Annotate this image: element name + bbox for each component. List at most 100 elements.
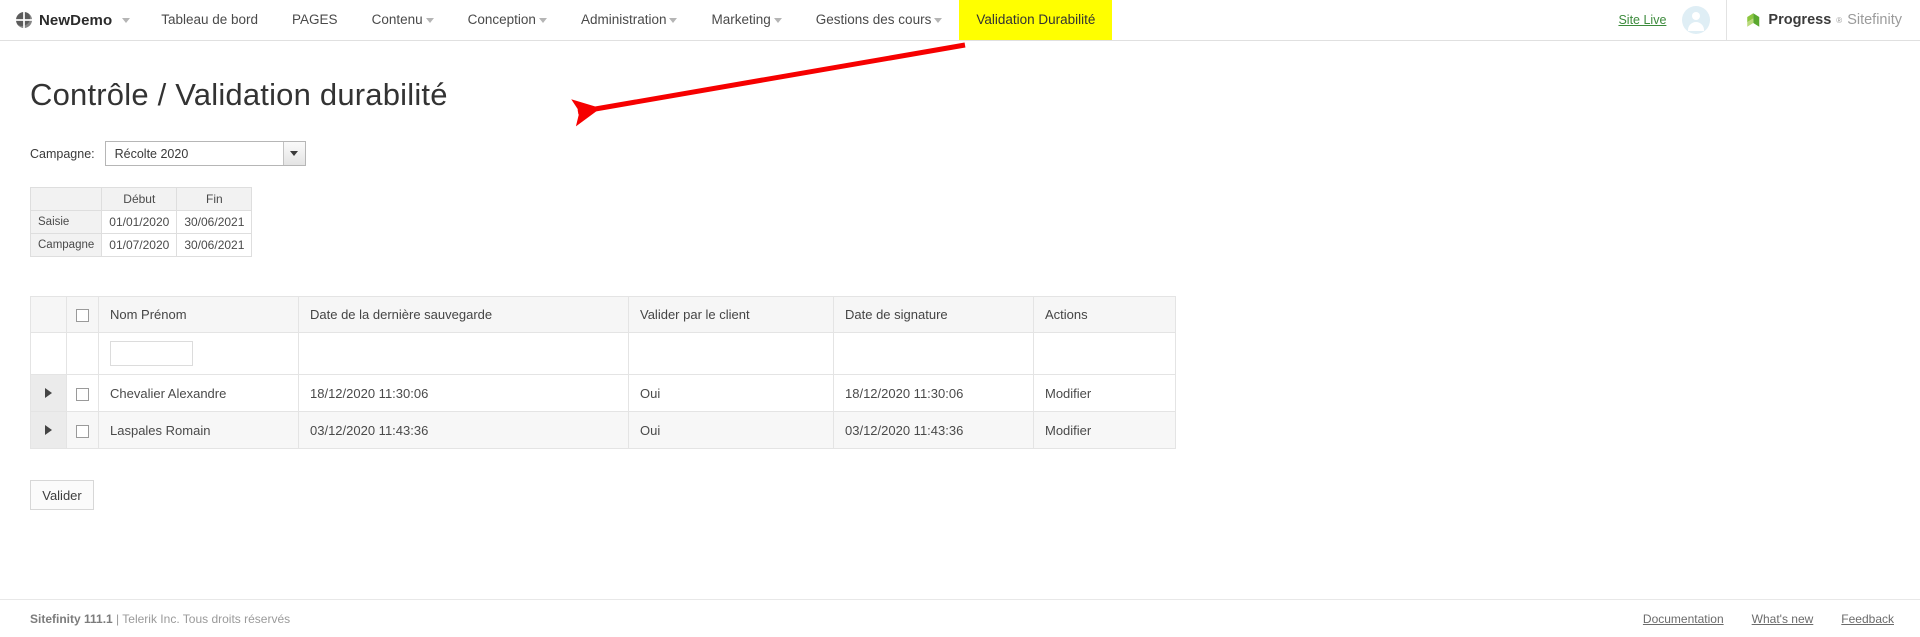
row-checkbox[interactable] [76, 425, 89, 438]
valider-button[interactable]: Valider [30, 480, 94, 510]
row-expand-cell[interactable] [31, 375, 67, 412]
table-row[interactable]: Laspales Romain03/12/2020 11:43:36Oui03/… [31, 412, 1176, 449]
cell-valider-par-client: Oui [629, 375, 834, 412]
cell-valider-par-client: Oui [629, 412, 834, 449]
grid-header-select-all[interactable] [67, 297, 99, 333]
grid-header-derniere-sauvegarde[interactable]: Date de la dernière sauvegarde [299, 297, 629, 333]
nav-item-label: Administration [581, 13, 667, 27]
cell-date-signature: 03/12/2020 11:43:36 [834, 412, 1034, 449]
site-brand-menu[interactable]: NewDemo [0, 0, 144, 40]
dates-row-debut: 01/07/2020 [102, 234, 177, 257]
site-brand-label: NewDemo [39, 12, 112, 29]
row-select-cell[interactable] [67, 412, 99, 449]
grid-header-expand [31, 297, 67, 333]
dates-table-header-fin: Fin [177, 188, 252, 211]
chevron-down-icon [669, 18, 677, 23]
filter-cell-expand [31, 333, 67, 375]
chevron-down-icon [934, 18, 942, 23]
grid-header-actions: Actions [1034, 297, 1176, 333]
nav-item-7[interactable]: Validation Durabilité [959, 0, 1112, 40]
nav-item-3[interactable]: Conception [451, 0, 564, 40]
footer: Sitefinity 111.1 | Telerik Inc. Tous dro… [0, 599, 1920, 637]
footer-links: Documentation What's new Feedback [1643, 612, 1920, 626]
top-navigation-bar: NewDemo Tableau de bord PAGESContenu Conce… [0, 0, 1920, 41]
nav-item-label: Marketing [711, 13, 770, 27]
footer-link-1[interactable]: What's new [1752, 612, 1814, 626]
progress-trademark: ® [1836, 16, 1842, 25]
grid-header-valider-par-client[interactable]: Valider par le client [629, 297, 834, 333]
dates-table-row: Saisie01/01/202030/06/2021 [31, 211, 252, 234]
progress-wordmark: Progress [1768, 12, 1831, 28]
dates-table-row: Campagne01/07/202030/06/2021 [31, 234, 252, 257]
chevron-down-icon [290, 151, 298, 156]
chevron-down-icon [539, 18, 547, 23]
grid-header-date-signature[interactable]: Date de signature [834, 297, 1034, 333]
filter-cell-checkbox [67, 333, 99, 375]
campaign-dates-table: Début Fin Saisie01/01/202030/06/2021Camp… [30, 187, 252, 257]
expand-triangle-icon[interactable] [45, 388, 52, 398]
cell-derniere-sauvegarde: 18/12/2020 11:30:06 [299, 375, 629, 412]
row-select-cell[interactable] [67, 375, 99, 412]
chevron-down-icon [774, 18, 782, 23]
cell-date-signature: 18/12/2020 11:30:06 [834, 375, 1034, 412]
dates-row-label: Saisie [31, 211, 102, 234]
page-title: Contrôle / Validation durabilité [30, 77, 1920, 113]
cell-action-modifier[interactable]: Modifier [1034, 412, 1176, 449]
select-all-checkbox[interactable] [76, 309, 89, 322]
campaign-filter-row: Campagne: Récolte 2020 [30, 141, 1920, 166]
footer-separator: | [113, 612, 123, 626]
validation-grid: Nom Prénom Date de la dernière sauvegard… [30, 296, 1176, 449]
progress-arrow-icon [1745, 11, 1763, 29]
expand-triangle-icon[interactable] [45, 425, 52, 435]
dates-table-header-blank [31, 188, 102, 211]
footer-copyright: Sitefinity 111.1 | Telerik Inc. Tous dro… [0, 612, 290, 626]
cell-nom-prenom: Chevalier Alexandre [99, 375, 299, 412]
nav-item-label: Gestions des cours [816, 13, 932, 27]
footer-link-0[interactable]: Documentation [1643, 612, 1724, 626]
filter-cell-actions [1034, 333, 1176, 375]
grid-filter-row [31, 333, 1176, 375]
grid-header-row: Nom Prénom Date de la dernière sauvegard… [31, 297, 1176, 333]
progress-sitefinity-logo: Progress ® Sitefinity [1726, 0, 1920, 40]
dates-row-debut: 01/01/2020 [102, 211, 177, 234]
user-avatar-icon[interactable] [1682, 6, 1710, 34]
row-expand-cell[interactable] [31, 412, 67, 449]
row-checkbox[interactable] [76, 388, 89, 401]
nav-item-2[interactable]: Contenu [355, 0, 451, 40]
campaign-selected-value: Récolte 2020 [106, 142, 283, 165]
nav-item-4[interactable]: Administration [564, 0, 695, 40]
site-live-link[interactable]: Site Live [1618, 13, 1682, 27]
footer-link-2[interactable]: Feedback [1841, 612, 1894, 626]
dates-row-label: Campagne [31, 234, 102, 257]
filter-cell-name[interactable] [99, 333, 299, 375]
dates-table-header-row: Début Fin [31, 188, 252, 211]
nav-item-list: Tableau de bord PAGESContenu Conception Adm… [144, 0, 1112, 40]
nav-item-6[interactable]: Gestions des cours [799, 0, 960, 40]
filter-cell-date [299, 333, 629, 375]
filter-cell-valider [629, 333, 834, 375]
campaign-label: Campagne: [30, 147, 95, 161]
cell-derniere-sauvegarde: 03/12/2020 11:43:36 [299, 412, 629, 449]
nav-item-1[interactable]: PAGES [275, 0, 355, 40]
globe-icon [16, 12, 32, 28]
table-row[interactable]: Chevalier Alexandre18/12/2020 11:30:06Ou… [31, 375, 1176, 412]
nav-item-5[interactable]: Marketing [694, 0, 798, 40]
footer-copyright-text: Telerik Inc. Tous droits réservés [122, 612, 290, 626]
chevron-down-icon [426, 18, 434, 23]
top-bar-right-section: Site Live Progress ® Sitefinity [1618, 0, 1920, 40]
main-content: Contrôle / Validation durabilité Campagn… [0, 77, 1920, 510]
grid-header-nom-prenom[interactable]: Nom Prénom [99, 297, 299, 333]
campaign-dropdown-button[interactable] [283, 142, 305, 165]
nav-item-label: Conception [468, 13, 536, 27]
sitefinity-wordmark: Sitefinity [1847, 12, 1902, 28]
cell-action-modifier[interactable]: Modifier [1034, 375, 1176, 412]
nav-item-label: Tableau de bord [161, 13, 258, 27]
cell-nom-prenom: Laspales Romain [99, 412, 299, 449]
dates-table-header-debut: Début [102, 188, 177, 211]
footer-product-version: Sitefinity 111.1 [30, 612, 113, 626]
filter-cell-signature [834, 333, 1034, 375]
campaign-select[interactable]: Récolte 2020 [105, 141, 306, 166]
chevron-down-icon [122, 18, 130, 23]
name-filter-input[interactable] [110, 341, 193, 366]
nav-item-0[interactable]: Tableau de bord [144, 0, 275, 40]
